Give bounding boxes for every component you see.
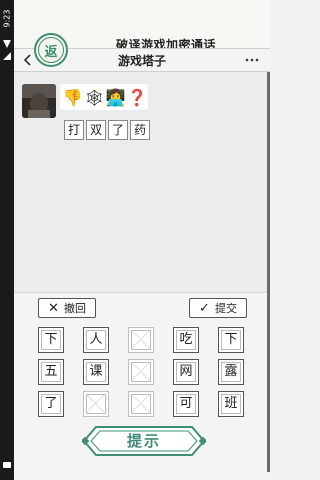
submit-label: 提交: [214, 302, 237, 315]
thumbs-down-emoji: 👎: [62, 87, 83, 107]
answer-row: 打 双 了 药: [64, 120, 152, 140]
woman-technologist-emoji: 👩‍💻: [105, 87, 126, 107]
grid-cell[interactable]: 网: [173, 359, 199, 385]
chat-title: 游戏塔子: [117, 54, 166, 68]
undo-label: 撤回: [63, 302, 86, 315]
app-window: 破译游戏加密通话 返 游戏塔子 👎 🕸 👩‍💻 ❓ 打: [14, 0, 270, 480]
status-time: 9:23: [2, 9, 12, 28]
grid-cell-empty[interactable]: [128, 391, 154, 417]
answer-cell[interactable]: 打: [64, 120, 84, 140]
undo-button[interactable]: ✕ 撤回: [38, 298, 96, 318]
answer-cell[interactable]: 双: [86, 120, 106, 140]
scroll-edge: [267, 72, 270, 472]
hint-button[interactable]: 提示: [82, 425, 206, 457]
grid-cell[interactable]: 人: [83, 327, 109, 353]
grid-cell-empty[interactable]: [128, 359, 154, 385]
grid-cell[interactable]: 班: [218, 391, 244, 417]
grid-cell-empty[interactable]: [83, 391, 109, 417]
grid-cell-empty[interactable]: [128, 327, 154, 353]
avatar: [22, 84, 56, 118]
grid-cell[interactable]: 露: [218, 359, 244, 385]
battery-icon: [3, 462, 11, 468]
chat-area: 👎 🕸 👩‍💻 ❓ 打 双 了 药: [14, 72, 270, 292]
hint-label: 提示: [126, 432, 161, 450]
logo-char: 返: [38, 37, 64, 63]
grid-cell[interactable]: 了: [38, 391, 64, 417]
ellipsis-icon[interactable]: [244, 51, 260, 71]
wifi-icon: [3, 40, 11, 48]
game-panel: ✕ 撤回 ✓ 提交 下人吃下五课网露了可班 提示: [14, 292, 270, 480]
close-icon: ✕: [48, 300, 59, 316]
grid-cell[interactable]: 下: [38, 327, 64, 353]
question-mark-emoji: ❓: [127, 87, 148, 107]
back-logo-button[interactable]: 返: [34, 33, 68, 67]
grid-cell[interactable]: 五: [38, 359, 64, 385]
answer-cell[interactable]: 药: [130, 120, 150, 140]
signal-icon: [3, 52, 11, 60]
submit-button[interactable]: ✓ 提交: [189, 298, 247, 318]
answer-cell[interactable]: 了: [108, 120, 128, 140]
spider-web-emoji: 🕸: [84, 87, 105, 107]
grid-cell[interactable]: 吃: [173, 327, 199, 353]
checkmark-icon: ✓: [199, 300, 210, 316]
grid-cell[interactable]: 可: [173, 391, 199, 417]
grid-cell[interactable]: 下: [218, 327, 244, 353]
grid-cell[interactable]: 课: [83, 359, 109, 385]
status-bar: 9:23: [0, 0, 14, 480]
emoji-message-bubble: 👎 🕸 👩‍💻 ❓: [60, 84, 148, 110]
